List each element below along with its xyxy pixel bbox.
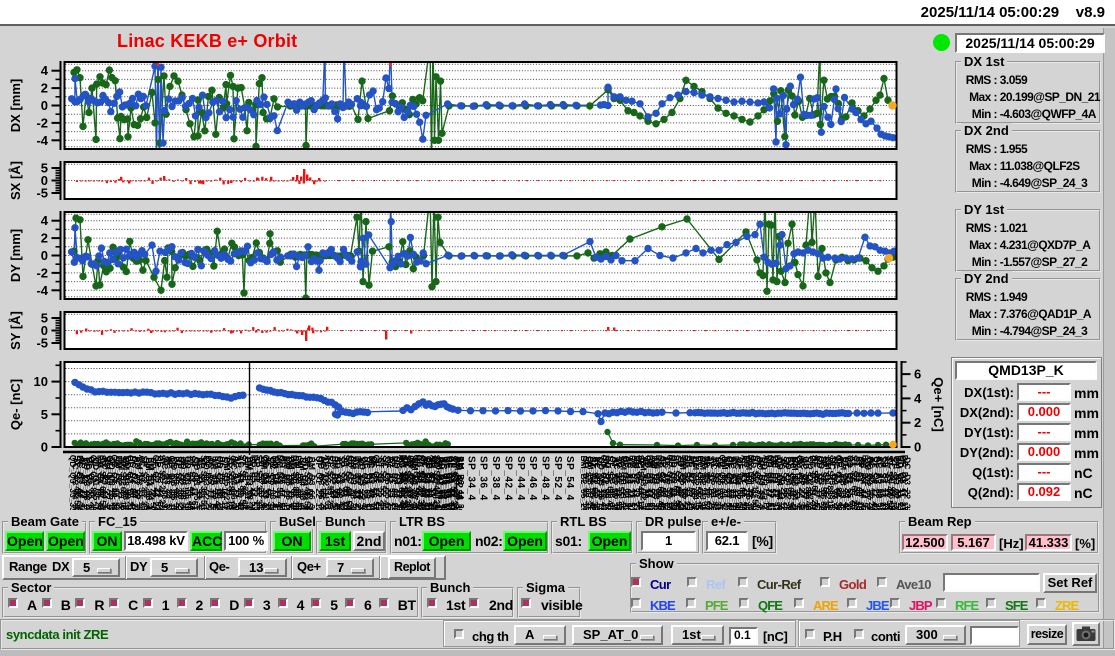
svg-text:SP_32_4: SP_32_4 [453,456,464,501]
svg-text:-4: -4 [36,283,48,298]
svg-text:SP_36_4: SP_36_4 [478,456,489,501]
svg-text:DC_D3_22_324: DC_D3_22_324 [902,457,912,510]
svg-text:4: 4 [41,63,49,78]
svg-text:SX [Å]: SX [Å] [8,161,23,200]
svg-text:SP_34_4: SP_34_4 [465,456,476,501]
svg-text:6: 6 [914,367,921,382]
svg-text:SP_44_4: SP_44_4 [515,456,526,501]
svg-text:2: 2 [914,415,921,430]
svg-text:SP_54_4: SP_54_4 [564,456,575,501]
svg-text:SP_42_4: SP_42_4 [502,456,513,501]
svg-text:4: 4 [914,391,922,406]
svg-text:0: 0 [914,440,921,455]
svg-text:SP_52_4: SP_52_4 [552,456,563,501]
svg-text:4: 4 [41,213,49,228]
svg-text:SP_46_4: SP_46_4 [527,456,538,501]
svg-text:SY [Å]: SY [Å] [8,311,23,350]
svg-text:DY [mm]: DY [mm] [8,229,23,282]
svg-text:2: 2 [41,231,48,246]
svg-text:SP_38_4: SP_38_4 [490,456,501,501]
svg-text:-2: -2 [36,115,48,130]
svg-text:10: 10 [34,374,48,389]
svg-text:-4: -4 [36,133,48,148]
svg-text:0: 0 [41,98,48,113]
svg-text:-2: -2 [36,265,48,280]
svg-text:Qe- [nC]: Qe- [nC] [8,379,23,430]
svg-text:0: 0 [41,248,48,263]
svg-text:DX [mm]: DX [mm] [8,79,23,132]
svg-text:SP_48_4: SP_48_4 [540,456,551,501]
svg-text:5: 5 [41,407,48,422]
svg-text:0: 0 [41,440,48,455]
svg-text:2: 2 [41,81,48,96]
svg-text:Qe+ [nC]: Qe+ [nC] [931,377,945,432]
svg-text:-5: -5 [36,186,48,201]
svg-text:-5: -5 [36,336,48,351]
